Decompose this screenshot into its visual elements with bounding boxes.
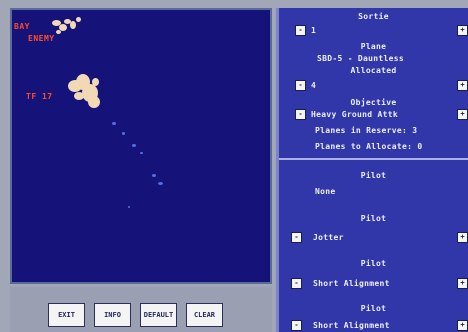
sortie-decrement-button[interactable]: - [295,25,306,36]
plane-type: SBD-5 - Dauntless [317,54,404,63]
objective-value: Heavy Ground Attk [311,110,398,119]
pilot-1-name: None [315,187,336,196]
allocated-label: Allocated [350,66,397,75]
map-label-enemy: ENEMY [28,34,55,43]
planes-in-reserve: Planes in Reserve: 3 [315,126,418,135]
pilot-4-header: Pilot [360,304,387,313]
game-screen: BAY ENEMY TF 17 EXIT INFO DEFAULT CLEAR … [0,0,468,332]
pilot-2-header: Pilot [360,214,387,223]
sortie-value: 1 [311,26,317,35]
pilot-4-increment-button[interactable]: + [457,320,468,331]
objective-decrement-button[interactable]: - [295,109,306,120]
allocated-decrement-button[interactable]: - [295,80,306,91]
pilot-3-header: Pilot [360,259,387,268]
tactical-map[interactable]: BAY ENEMY TF 17 [10,8,272,284]
objective-increment-button[interactable]: + [457,109,468,120]
panel-divider [279,158,468,160]
allocated-increment-button[interactable]: + [457,80,468,91]
pilot-2-name: Jotter [313,233,344,242]
command-bar: EXIT INFO DEFAULT CLEAR [10,287,272,332]
exit-button[interactable]: EXIT [48,303,85,327]
sortie-increment-button[interactable]: + [457,25,468,36]
map-label-bay: BAY [14,22,30,31]
pilot-4-name: Short Alignment [313,321,390,330]
plane-header: Plane [360,42,387,51]
pilot-1-header: Pilot [360,171,387,180]
allocation-panel: Sortie - 1 + Plane SBD-5 - Dauntless All… [276,8,468,332]
pilot-2-increment-button[interactable]: + [457,232,468,243]
allocated-value: 4 [311,81,317,90]
pilot-3-increment-button[interactable]: + [457,278,468,289]
pilot-2-decrement-button[interactable]: - [291,232,302,243]
pilot-3-name: Short Alignment [313,279,390,288]
pilot-4-decrement-button[interactable]: - [291,320,302,331]
clear-button[interactable]: CLEAR [186,303,223,327]
objective-header: Objective [350,98,397,107]
map-label-task-force: TF 17 [26,92,53,101]
pilot-3-decrement-button[interactable]: - [291,278,302,289]
planes-to-allocate: Planes to Allocate: 0 [315,142,423,151]
info-button[interactable]: INFO [94,303,131,327]
sortie-header: Sortie [358,12,389,21]
default-button[interactable]: DEFAULT [140,303,177,327]
